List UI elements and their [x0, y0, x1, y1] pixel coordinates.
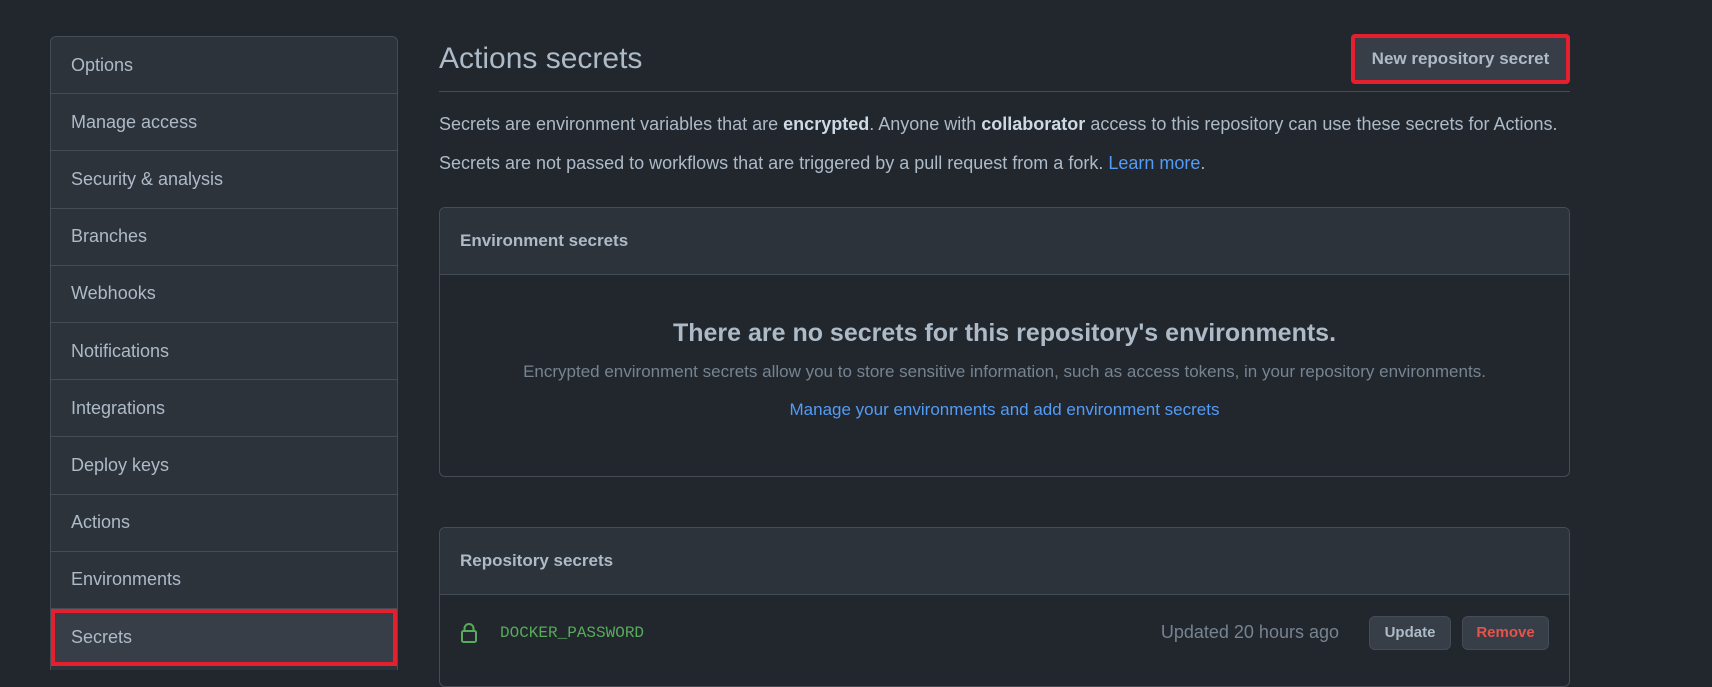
page-title: Actions secrets	[439, 42, 643, 75]
blankslate-title: There are no secrets for this repository…	[672, 319, 1337, 347]
page-header: Actions secrets New repository secret	[439, 34, 1570, 92]
blankslate-description: Encrypted environment secrets allow you …	[523, 362, 1486, 381]
sidebar-item-webhooks[interactable]: Webhooks	[51, 266, 397, 323]
settings-sidebar: Options Manage access Security & analysi…	[50, 36, 398, 670]
repository-secrets-heading: Repository secrets	[440, 528, 1569, 595]
sidebar-item-options[interactable]: Options	[51, 37, 397, 95]
intro-text: Secrets are environment variables that a…	[439, 114, 784, 134]
intro-bold-encrypted: encrypted	[783, 114, 870, 134]
intro-paragraph-fork: Secrets are not passed to workflows that…	[439, 153, 1205, 174]
secret-name: DOCKER_PASSWORD	[500, 623, 645, 642]
sidebar-item-security-analysis[interactable]: Security & analysis	[51, 151, 397, 209]
secret-updated-time: Updated 20 hours ago	[1160, 622, 1339, 642]
main-content: Actions secrets New repository secret Se…	[439, 34, 1570, 687]
update-secret-button[interactable]: Update	[1369, 615, 1451, 650]
sidebar-item-environments[interactable]: Environments	[51, 552, 397, 609]
sidebar-item-integrations[interactable]: Integrations	[51, 380, 397, 438]
intro-text: Secrets are not passed to workflows that…	[439, 153, 1109, 173]
intro-text: .	[1200, 153, 1206, 173]
repository-secrets-box: Repository secrets DOCKER_PASSWORD Updat…	[439, 527, 1570, 687]
intro-text: access to this repository can use these …	[1085, 114, 1558, 134]
intro-paragraph-encrypted: Secrets are environment variables that a…	[439, 114, 1558, 135]
manage-environments-link[interactable]: Manage your environments and add environ…	[790, 400, 1220, 420]
sidebar-item-branches[interactable]: Branches	[51, 209, 397, 266]
new-repository-secret-button[interactable]: New repository secret	[1351, 34, 1570, 84]
sidebar-item-notifications[interactable]: Notifications	[51, 323, 397, 381]
intro-text: . Anyone with	[869, 114, 982, 134]
environment-secrets-box: Environment secrets There are no secrets…	[439, 207, 1570, 477]
learn-more-link[interactable]: Learn more	[1108, 153, 1200, 173]
sidebar-item-manage-access[interactable]: Manage access	[51, 94, 397, 152]
secret-row: DOCKER_PASSWORD Updated 20 hours ago Upd…	[440, 595, 1569, 670]
lock-icon	[460, 622, 478, 644]
remove-secret-button[interactable]: Remove	[1462, 615, 1549, 650]
environment-secrets-blankslate: There are no secrets for this repository…	[440, 275, 1569, 420]
sidebar-item-deploy-keys[interactable]: Deploy keys	[51, 437, 397, 495]
intro-bold-collaborator: collaborator	[981, 114, 1086, 134]
sidebar-item-secrets[interactable]: Secrets	[51, 608, 397, 667]
environment-secrets-heading: Environment secrets	[440, 208, 1569, 275]
sidebar-item-actions[interactable]: Actions	[51, 495, 397, 552]
